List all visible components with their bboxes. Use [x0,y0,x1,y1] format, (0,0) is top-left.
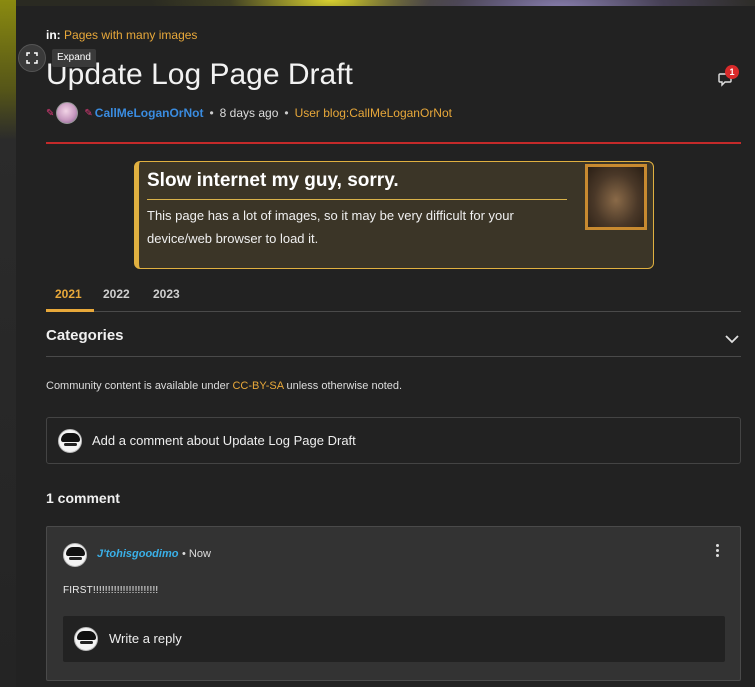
meta-separator: • [209,106,214,120]
license-text-before: Community content is available under [46,380,233,392]
comment-body: FIRST!!!!!!!!!!!!!!!!!!!!!! [63,585,159,596]
notice-image [585,164,647,230]
reply-input[interactable]: Write a reply [63,616,725,662]
tab-2021[interactable]: 2021 [55,287,82,301]
avatar [74,627,98,651]
notice-title: Slow internet my guy, sorry. [147,170,399,191]
expand-icon [26,52,38,64]
post-time: 8 days ago [219,106,279,120]
chevron-down-icon [725,335,739,344]
add-comment-input[interactable]: Add a comment about Update Log Page Draf… [46,417,741,464]
breadcrumb-category-link[interactable]: Pages with many images [64,28,197,42]
notice-divider [147,199,567,200]
meta-separator: • [284,106,289,120]
more-options-icon[interactable] [714,544,720,560]
expand-tooltip: Expand [52,49,96,67]
title-divider [46,142,741,144]
comment-time: • Now [182,548,211,560]
left-background-strip [0,0,16,687]
notice-text: This page has a lot of images, so it may… [147,208,514,246]
article-meta: ✎ ✎ CallMeLoganOrNot • 8 days ago • User… [46,102,452,124]
breadcrumb-prefix: in: [46,28,61,42]
license-notice: Community content is available under CC-… [46,380,402,392]
reply-placeholder: Write a reply [109,631,182,646]
year-tabs: 2021 2022 2023 [46,283,741,312]
pencil-icon: ✎ [46,107,55,119]
categories-toggle[interactable]: Categories [46,312,741,357]
license-text-after: unless otherwise noted. [283,380,403,392]
comment-author-link[interactable]: J'tohisgoodimo [97,548,178,560]
license-link[interactable]: CC-BY-SA [232,380,283,392]
add-comment-placeholder: Add a comment about Update Log Page Draf… [92,433,356,448]
user-blog-link[interactable]: User blog:CallMeLoganOrNot [295,106,452,120]
author-link[interactable]: CallMeLoganOrNot [95,106,204,120]
expand-button[interactable] [18,44,46,72]
avatar[interactable] [56,102,79,124]
tab-2022[interactable]: 2022 [103,287,130,301]
slow-internet-notice: Slow internet my guy, sorry. This page h… [134,161,654,269]
comment-card: J'tohisgoodimo • Now FIRST!!!!!!!!!!!!!!… [46,526,741,681]
tab-2023[interactable]: 2023 [153,287,180,301]
article-page: Expand in: Pages with many images Update… [16,6,755,687]
avatar [58,429,82,453]
categories-label: Categories [46,327,124,344]
comments-count-heading: 1 comment [46,490,120,506]
pencil-icon: ✎ [84,107,93,119]
comment-count-badge: 1 [725,65,739,79]
breadcrumb: in: Pages with many images [46,28,197,42]
avatar[interactable] [63,543,87,567]
